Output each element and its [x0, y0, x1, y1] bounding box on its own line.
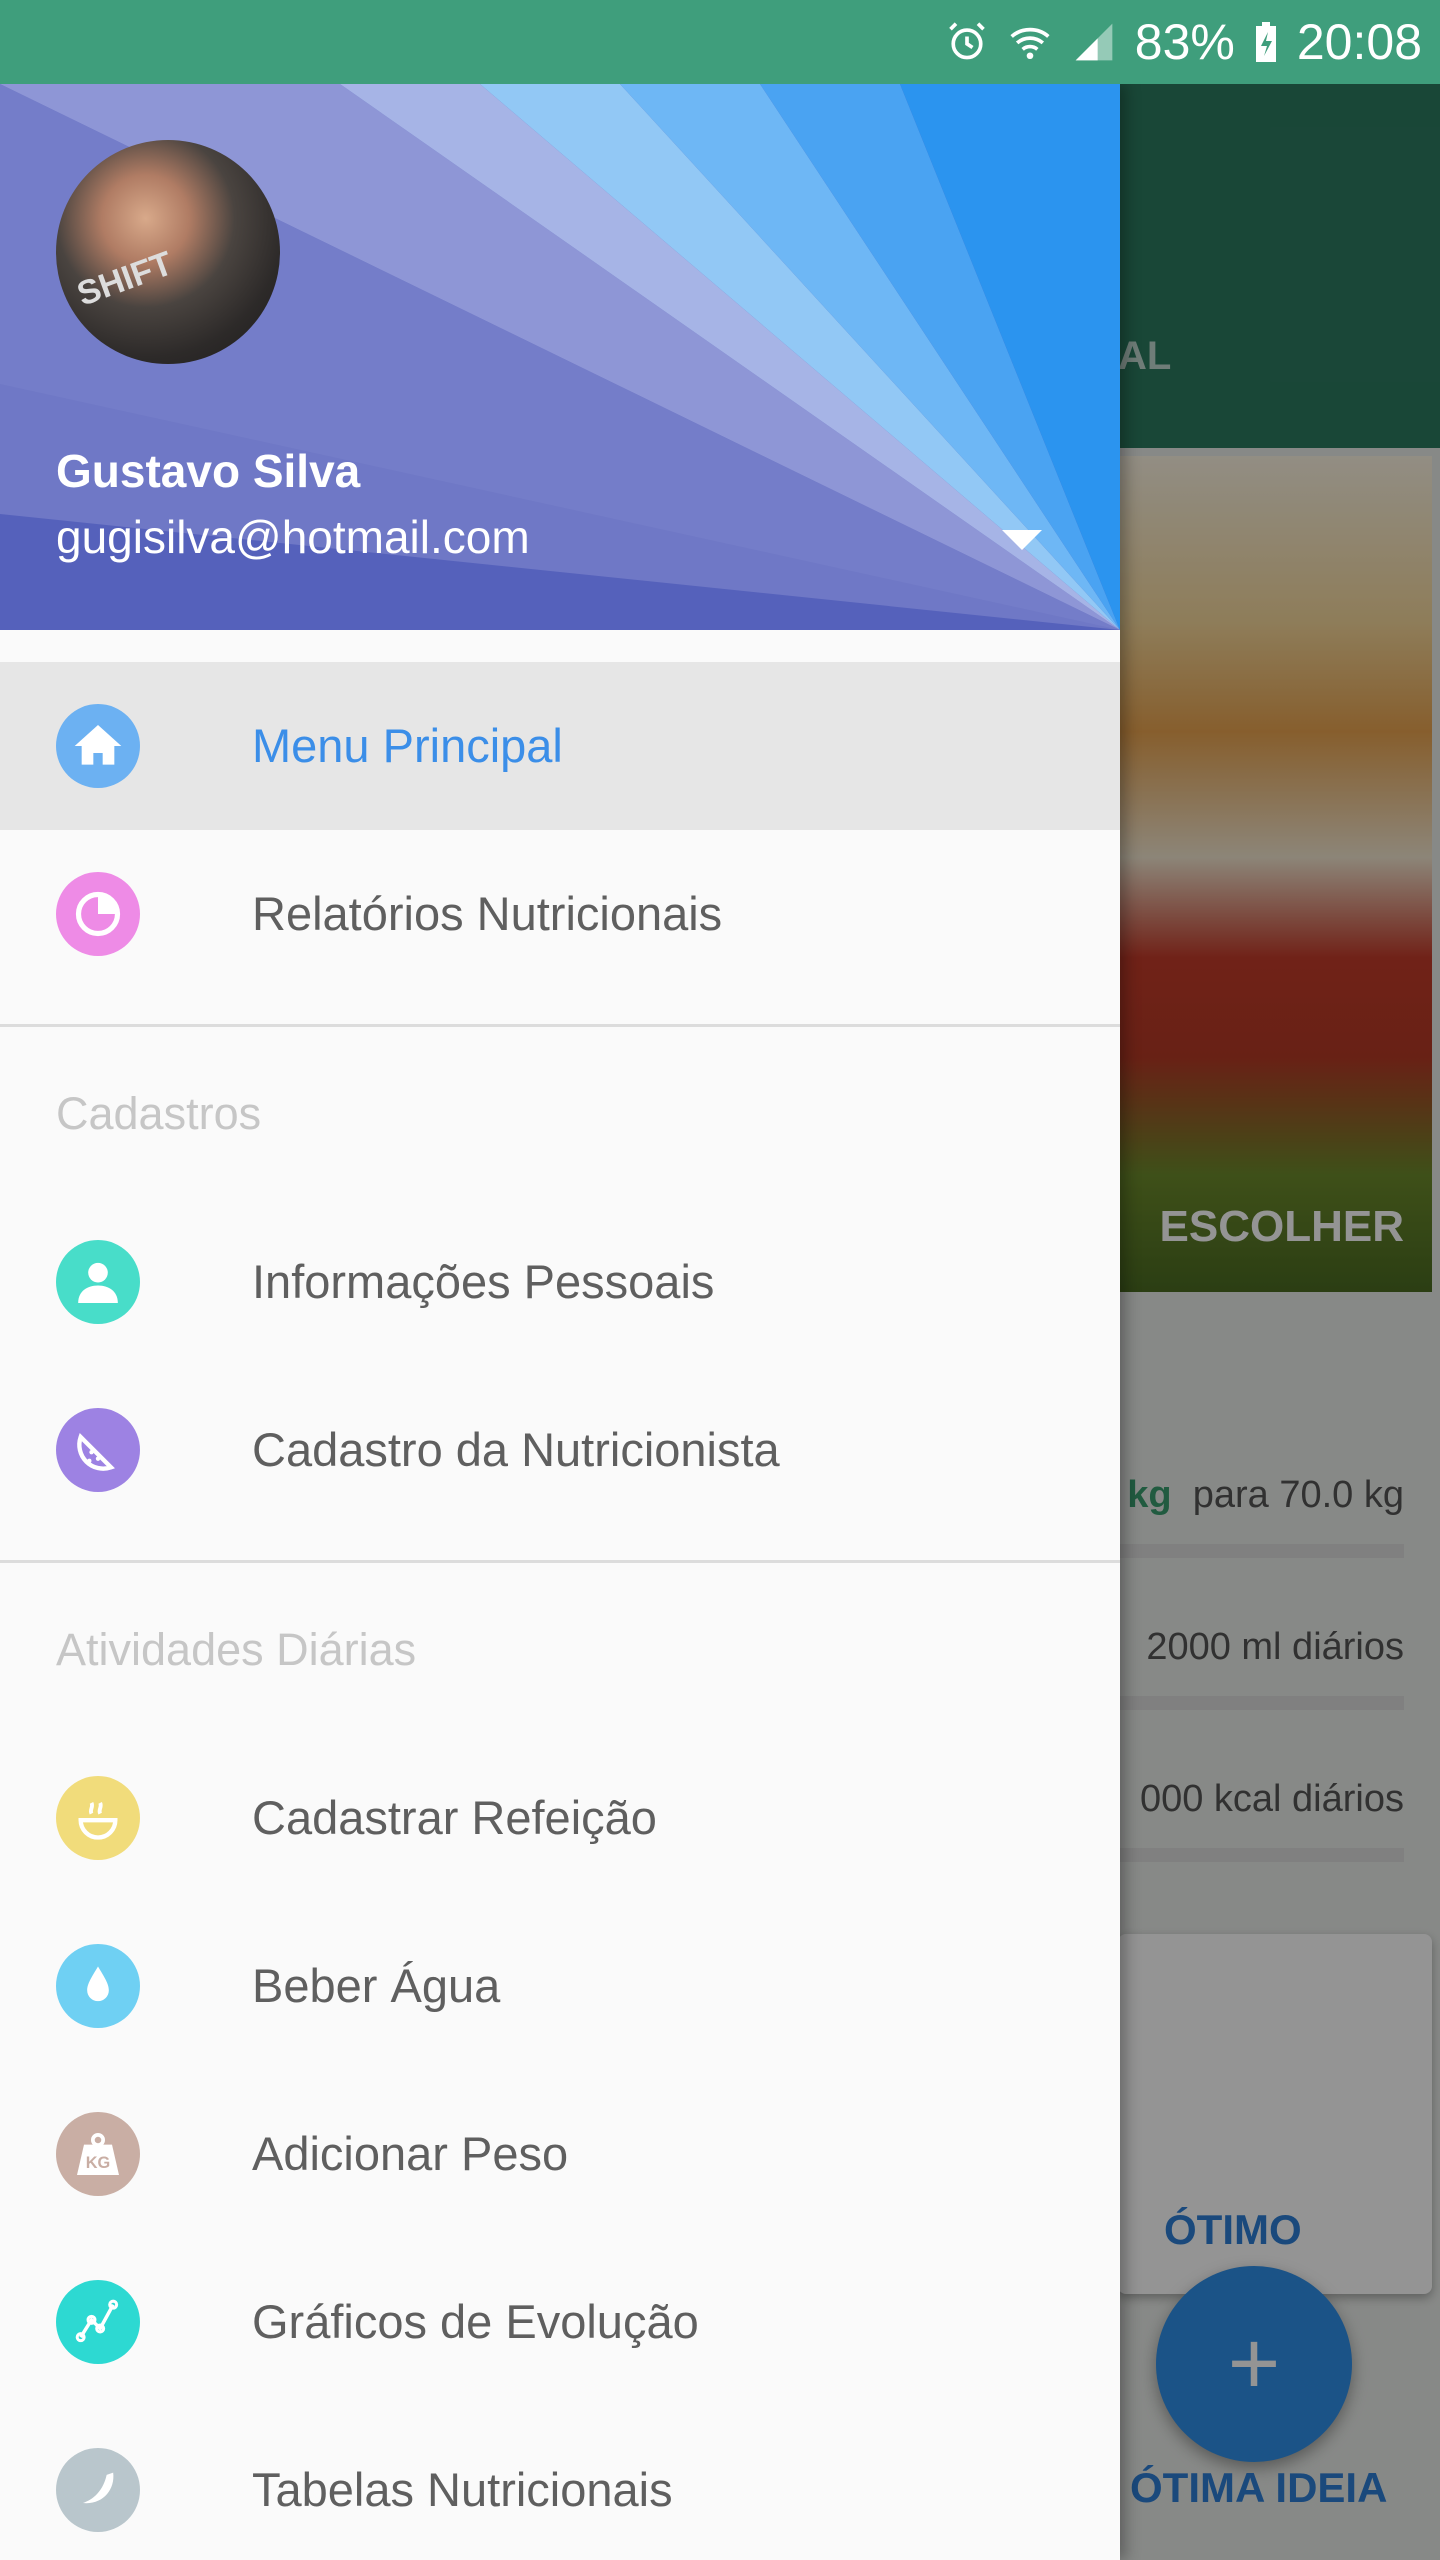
nav-item-informacoes-pessoais[interactable]: Informações Pessoais — [0, 1198, 1120, 1366]
nav-item-cadastrar-refeicao[interactable]: Cadastrar Refeição — [0, 1734, 1120, 1902]
avatar-shirt-text: SHIFT — [72, 244, 178, 314]
nav-label: Informações Pessoais — [252, 1255, 715, 1308]
battery-percent: 83% — [1134, 14, 1235, 70]
pie-chart-icon — [56, 872, 140, 956]
home-icon — [56, 704, 140, 788]
nav-item-relatorios[interactable]: Relatórios Nutricionais — [0, 830, 1120, 998]
nav-item-graficos-evolucao[interactable]: Gráficos de Evolução — [0, 2238, 1120, 2406]
meal-bowl-icon — [56, 1776, 140, 1860]
weight-icon-text: KG — [86, 2154, 111, 2172]
nav-item-cadastro-nutricionista[interactable]: Cadastro da Nutricionista — [0, 1366, 1120, 1534]
watermelon-icon — [56, 1408, 140, 1492]
clock: 20:08 — [1296, 14, 1422, 70]
divider — [0, 1024, 1120, 1027]
section-header-cadastros: Cadastros — [56, 1088, 262, 1139]
banana-icon — [56, 2448, 140, 2532]
wifi-icon — [1007, 20, 1053, 64]
avatar[interactable]: SHIFT — [56, 140, 280, 364]
nav-item-adicionar-peso[interactable]: KG Adicionar Peso — [0, 2070, 1120, 2238]
person-icon — [56, 1240, 140, 1324]
account-dropdown-icon[interactable] — [1002, 530, 1042, 550]
alarm-icon — [945, 20, 989, 64]
divider — [0, 1560, 1120, 1563]
section-header-atividades: Atividades Diárias — [56, 1624, 417, 1675]
nav-label: Cadastro da Nutricionista — [252, 1423, 780, 1476]
nav-item-menu-principal[interactable]: Menu Principal — [0, 662, 1120, 830]
nav-label: Adicionar Peso — [252, 2127, 569, 2180]
user-email: gugisilva@hotmail.com — [56, 511, 530, 563]
water-drop-icon — [56, 1944, 140, 2028]
navigation-drawer: SHIFT Gustavo Silva gugisilva@hotmail.co… — [0, 84, 1120, 2560]
nav-label: Cadastrar Refeição — [252, 1791, 657, 1844]
nav-item-beber-agua[interactable]: Beber Água — [0, 1902, 1120, 2070]
graph-icon — [56, 2280, 140, 2364]
user-name: Gustavo Silva — [56, 445, 361, 497]
nav-label: Gráficos de Evolução — [252, 2295, 699, 2348]
nav-label: Beber Água — [252, 1959, 501, 2012]
battery-charging-icon — [1253, 20, 1279, 64]
nav-item-tabelas-nutricionais[interactable]: Tabelas Nutricionais — [0, 2406, 1120, 2560]
status-bar: 83% 20:08 — [0, 0, 1440, 84]
nav-label: Relatórios Nutricionais — [252, 887, 723, 940]
nav-label: Menu Principal — [252, 719, 563, 772]
nav-label: Tabelas Nutricionais — [252, 2463, 673, 2516]
drawer-header: SHIFT Gustavo Silva gugisilva@hotmail.co… — [0, 84, 1120, 630]
signal-icon — [1071, 20, 1117, 64]
weight-icon: KG — [56, 2112, 140, 2196]
